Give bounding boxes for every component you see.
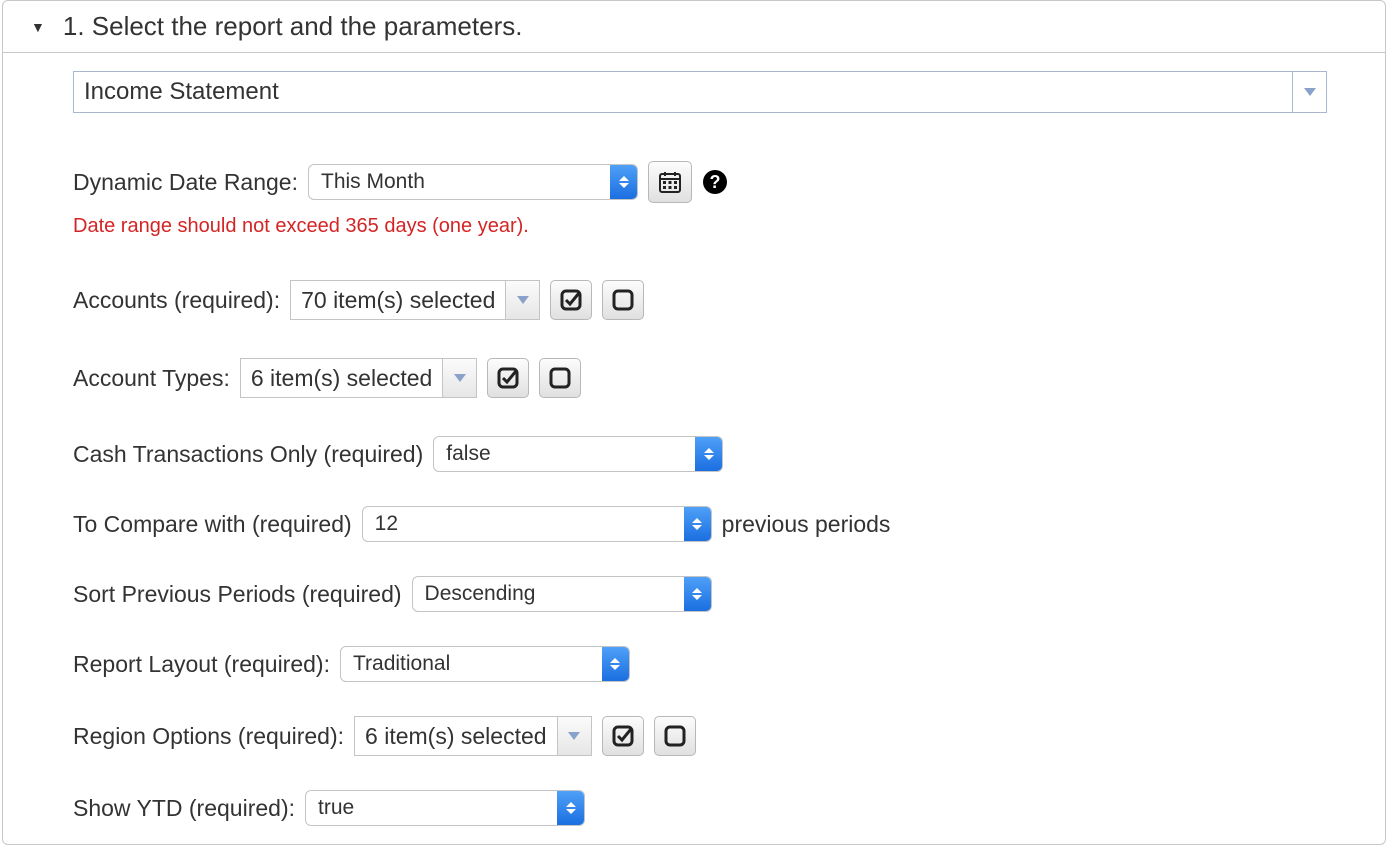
check-square-icon	[497, 367, 519, 389]
accounts-row: Accounts (required): 70 item(s) selected	[73, 280, 1385, 320]
region-options-select-all-button[interactable]	[602, 716, 644, 756]
account-types-value: 6 item(s) selected	[241, 359, 443, 397]
cash-transactions-value: false	[434, 437, 695, 471]
sort-previous-label: Sort Previous Periods (required)	[73, 581, 402, 608]
panel-body: Income Statement Dynamic Date Range: Thi…	[3, 53, 1385, 844]
account-types-multiselect[interactable]: 6 item(s) selected	[240, 358, 478, 398]
help-button[interactable]: ?	[702, 169, 728, 195]
cash-transactions-select[interactable]: false	[433, 436, 723, 472]
collapse-caret-icon: ▼	[31, 19, 45, 35]
accounts-select-all-button[interactable]	[550, 280, 592, 320]
dynamic-date-range-spinner[interactable]	[610, 165, 637, 199]
report-layout-select[interactable]: Traditional	[340, 646, 630, 682]
check-square-icon	[560, 289, 582, 311]
to-compare-suffix: previous periods	[722, 511, 891, 538]
show-ytd-row: Show YTD (required): true	[73, 790, 1385, 826]
calendar-button[interactable]	[648, 161, 692, 203]
accounts-multiselect[interactable]: 70 item(s) selected	[290, 280, 540, 320]
accounts-label: Accounts (required):	[73, 287, 280, 314]
report-panel: ▼ 1. Select the report and the parameter…	[2, 0, 1386, 845]
cash-transactions-label: Cash Transactions Only (required)	[73, 441, 423, 468]
report-select[interactable]: Income Statement	[73, 71, 1327, 113]
to-compare-value: 12	[363, 507, 684, 541]
dynamic-date-range-label: Dynamic Date Range:	[73, 169, 298, 196]
to-compare-row: To Compare with (required) 12 previous p…	[73, 506, 1385, 542]
report-layout-row: Report Layout (required): Traditional	[73, 646, 1385, 682]
panel-header[interactable]: ▼ 1. Select the report and the parameter…	[3, 1, 1385, 53]
region-options-deselect-all-button[interactable]	[654, 716, 696, 756]
calendar-icon	[658, 170, 682, 194]
show-ytd-select[interactable]: true	[305, 790, 585, 826]
to-compare-label: To Compare with (required)	[73, 511, 352, 538]
account-types-select-all-button[interactable]	[487, 358, 529, 398]
region-options-row: Region Options (required): 6 item(s) sel…	[73, 716, 1385, 756]
accounts-value: 70 item(s) selected	[291, 281, 505, 319]
region-options-multiselect[interactable]: 6 item(s) selected	[354, 716, 592, 756]
dynamic-date-range-value: This Month	[309, 165, 610, 199]
chevron-down-icon	[454, 374, 466, 382]
sort-previous-row: Sort Previous Periods (required) Descend…	[73, 576, 1385, 612]
show-ytd-spinner[interactable]	[557, 791, 584, 825]
cash-transactions-row: Cash Transactions Only (required) false	[73, 436, 1385, 472]
empty-square-icon	[664, 725, 686, 747]
region-options-label: Region Options (required):	[73, 723, 344, 750]
panel-title: 1. Select the report and the parameters.	[63, 11, 523, 42]
show-ytd-value: true	[306, 791, 557, 825]
to-compare-spinner[interactable]	[684, 507, 711, 541]
sort-previous-spinner[interactable]	[684, 577, 711, 611]
account-types-label: Account Types:	[73, 365, 230, 392]
report-layout-spinner[interactable]	[602, 647, 629, 681]
empty-square-icon	[549, 367, 571, 389]
check-square-icon	[612, 725, 634, 747]
chevron-down-icon	[517, 296, 529, 304]
account-types-deselect-all-button[interactable]	[539, 358, 581, 398]
report-select-value: Income Statement	[74, 72, 1292, 112]
region-options-value: 6 item(s) selected	[355, 717, 557, 755]
sort-previous-value: Descending	[413, 577, 684, 611]
chevron-down-icon	[568, 732, 580, 740]
date-range-warning: Date range should not exceed 365 days (o…	[73, 215, 1385, 238]
svg-text:?: ?	[710, 172, 721, 192]
account-types-dropdown-btn[interactable]	[442, 359, 476, 397]
cash-transactions-spinner[interactable]	[695, 437, 722, 471]
report-select-dropdown-btn[interactable]	[1292, 72, 1326, 112]
dynamic-date-range-select[interactable]: This Month	[308, 164, 638, 200]
accounts-dropdown-btn[interactable]	[505, 281, 539, 319]
to-compare-input[interactable]: 12	[362, 506, 712, 542]
accounts-deselect-all-button[interactable]	[602, 280, 644, 320]
dynamic-date-range-row: Dynamic Date Range: This Month ?	[73, 161, 1385, 203]
show-ytd-label: Show YTD (required):	[73, 795, 295, 822]
report-layout-value: Traditional	[341, 647, 602, 681]
report-layout-label: Report Layout (required):	[73, 651, 330, 678]
question-circle-icon: ?	[702, 169, 728, 195]
account-types-row: Account Types: 6 item(s) selected	[73, 358, 1385, 398]
sort-previous-select[interactable]: Descending	[412, 576, 712, 612]
empty-square-icon	[612, 289, 634, 311]
region-options-dropdown-btn[interactable]	[557, 717, 591, 755]
